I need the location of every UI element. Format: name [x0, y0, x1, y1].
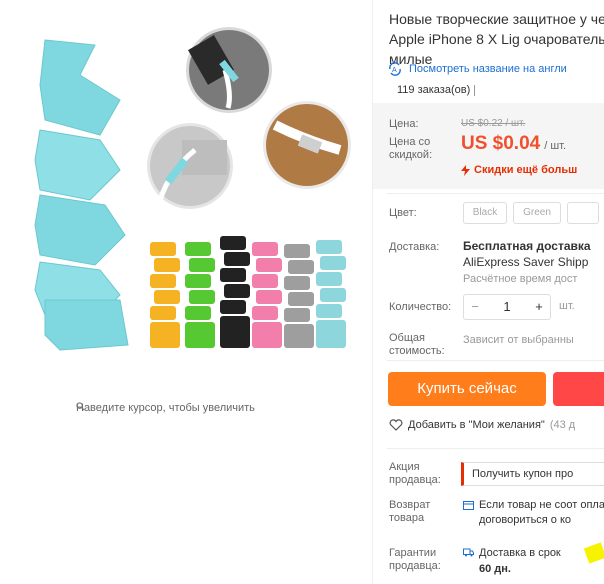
detail-photo-1 [186, 27, 272, 113]
zoom-hint-text: Наведите курсор, чтобы увеличить [76, 402, 255, 414]
orders-divider [474, 84, 476, 96]
discount-price: US $0.04/ шт. [461, 133, 566, 155]
return-policy-text: Если товар не соот оплатив стоимость дог… [479, 499, 604, 526]
flash-deal[interactable]: Скидки ещё больш [461, 164, 577, 176]
quantity-input[interactable]: 1 [486, 295, 528, 319]
detail-photo-2 [147, 123, 233, 209]
guarantee-label: Гарантии продавца: [389, 547, 441, 572]
color-label: Цвет: [389, 207, 417, 219]
lightning-icon [461, 164, 470, 176]
magnifier-icon [76, 402, 85, 411]
color-variants [150, 236, 346, 348]
price-label: Цена: [389, 118, 419, 130]
product-title: Новые творческие защитное у чехол для Ap… [389, 11, 604, 67]
product-gallery[interactable]: Наведите курсор, чтобы увеличить [0, 0, 372, 584]
price-unit: / шт. [544, 140, 567, 152]
svg-text:A: A [392, 67, 397, 74]
guarantee-text: Доставка в срок 60 дн. [479, 545, 561, 577]
flash-deal-text: Скидки ещё больш [474, 164, 578, 176]
quantity-unit: шт. [559, 300, 575, 312]
quantity-decrease-button[interactable]: − [464, 295, 486, 319]
wishlist-count: (43 д [549, 419, 576, 431]
total-value: Зависит от выбранны [463, 334, 574, 346]
shipping-label: Доставка: [389, 241, 440, 253]
translate-title-link[interactable]: A Посмотреть название на англи [387, 62, 567, 76]
color-option-more[interactable] [567, 202, 599, 224]
shipping-method[interactable]: AliExpress Saver Shipp [463, 255, 588, 269]
shipping-time: Расчётное время дост [463, 273, 578, 285]
return-policy-icon [463, 501, 474, 510]
add-to-cart-button[interactable] [553, 372, 604, 406]
wishlist-text: Добавить в "Мои желания" [408, 419, 545, 431]
orders-text: 119 заказа(ов) [397, 84, 471, 96]
color-option-black[interactable]: Black [463, 202, 507, 224]
divider [387, 448, 604, 449]
guarantee-days: 60 дн. [479, 563, 511, 575]
detail-photo-3 [263, 101, 351, 189]
promo-label: Акция продавца: [389, 461, 441, 486]
quantity-increase-button[interactable]: + [528, 295, 550, 319]
add-to-wishlist-link[interactable]: Добавить в "Мои желания" (43 д [389, 419, 575, 431]
product-info-panel: Новые творческие защитное у чехол для Ap… [373, 0, 604, 584]
original-price: US $0.22 / шт. [461, 118, 526, 129]
large-spiral-protector [34, 39, 129, 351]
discount-price-value: US $0.04 [461, 133, 541, 154]
color-option-green[interactable]: Green [513, 202, 561, 224]
guarantee-delivery: Доставка в срок [479, 547, 561, 559]
divider [387, 193, 604, 194]
delivery-truck-icon [463, 548, 474, 557]
zoom-hint: Наведите курсор, чтобы увеличить [76, 402, 255, 414]
return-label: Возврат товара [389, 499, 431, 524]
buy-now-button[interactable]: Купить сейчас [388, 372, 546, 406]
translate-link-text[interactable]: Посмотреть название на англи [409, 63, 567, 75]
discount-price-label: Цена со скидкой: [389, 136, 433, 161]
translate-icon: A [389, 62, 401, 76]
coupon-button[interactable]: Получить купон про [461, 462, 604, 486]
shipping-title[interactable]: Бесплатная доставка [463, 239, 591, 253]
heart-icon [389, 419, 403, 431]
divider [387, 360, 604, 361]
total-label: Общая стоимость: [389, 332, 445, 357]
orders-count: 119 заказа(ов) [397, 84, 476, 96]
quantity-stepper[interactable]: − 1 + [463, 294, 551, 320]
quantity-label: Количество: [389, 301, 452, 313]
product-image[interactable] [0, 0, 372, 400]
